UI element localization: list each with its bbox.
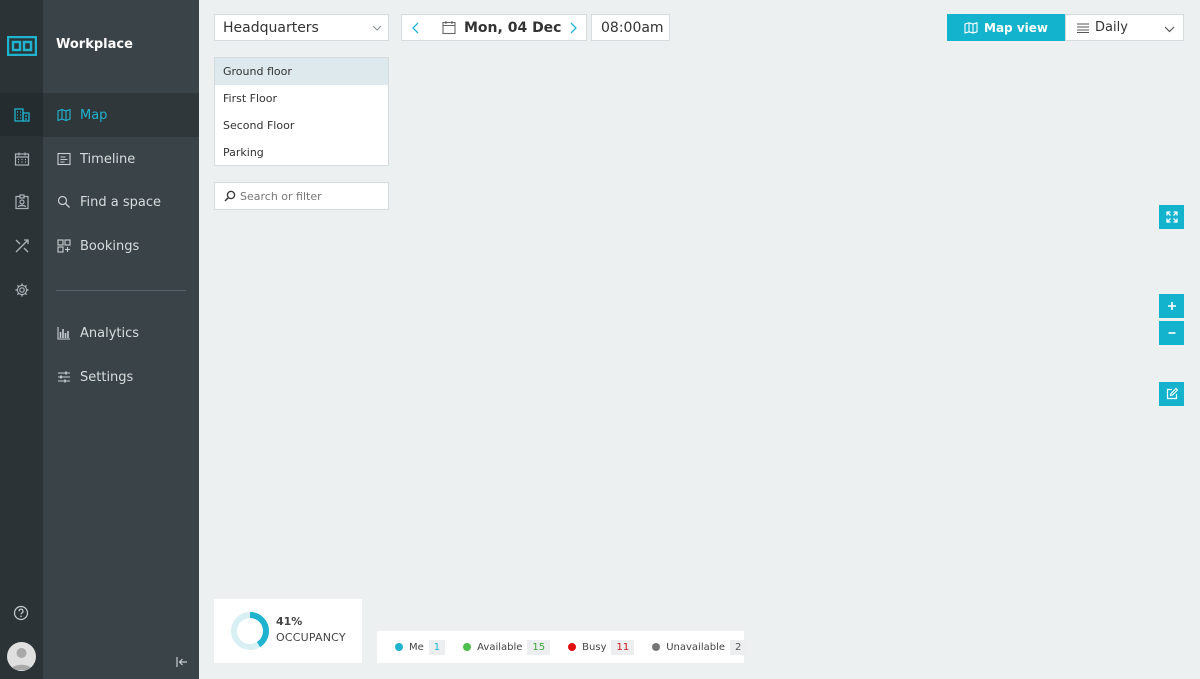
minus-icon bbox=[1168, 332, 1175, 334]
rail-building-button[interactable] bbox=[0, 93, 43, 136]
nav-item-label: Find a space bbox=[80, 194, 162, 210]
nav-item-label: Bookings bbox=[80, 238, 140, 254]
map-icon bbox=[57, 108, 71, 122]
avatar[interactable] bbox=[7, 642, 36, 671]
rail-tools-button[interactable] bbox=[0, 224, 43, 267]
nav-item-settings[interactable]: Settings bbox=[43, 355, 199, 399]
legend-count: 1 bbox=[428, 639, 446, 655]
map-icon bbox=[964, 21, 978, 34]
chevron-down-icon bbox=[1164, 26, 1175, 33]
date-value[interactable]: Mon, 04 Dec bbox=[464, 20, 561, 36]
nav-item-label: Timeline bbox=[80, 151, 136, 167]
user-icon bbox=[11, 648, 32, 670]
floor-item-parking[interactable]: Parking bbox=[215, 139, 388, 166]
edit-button[interactable] bbox=[1159, 382, 1184, 406]
rail-settings-button[interactable] bbox=[0, 268, 43, 311]
location-value: Headquarters bbox=[223, 20, 319, 36]
fullscreen-button[interactable] bbox=[1159, 205, 1184, 229]
search-box bbox=[214, 182, 389, 210]
legend-label: Me bbox=[409, 641, 424, 653]
list-icon bbox=[1077, 23, 1089, 33]
calendar-icon bbox=[14, 152, 29, 166]
nav-item-label: Map bbox=[80, 107, 108, 123]
chevron-left-icon[interactable] bbox=[410, 21, 422, 35]
legend-label: Available bbox=[477, 641, 523, 653]
search-icon bbox=[57, 195, 71, 209]
floor-item-ground-floor[interactable]: Ground floor bbox=[215, 58, 388, 85]
nav-item-label: Settings bbox=[80, 369, 134, 385]
tools-icon bbox=[15, 238, 29, 252]
analytics-icon bbox=[57, 326, 71, 340]
time-select[interactable]: 08:00am bbox=[591, 14, 670, 41]
nav-item-label: Analytics bbox=[80, 325, 140, 341]
edit-icon bbox=[1166, 388, 1178, 400]
gear-icon bbox=[15, 283, 28, 296]
status-legend: Me 1 Available 15 Busy 11 Unavailable 2 bbox=[377, 631, 747, 663]
date-picker: Mon, 04 Dec bbox=[401, 14, 587, 41]
sidebar: Workplace Map Timeline Find a space Book… bbox=[43, 0, 199, 679]
chevron-right-icon[interactable] bbox=[567, 21, 579, 35]
rail-badge-button[interactable] bbox=[0, 180, 43, 223]
nav-divider bbox=[56, 290, 186, 291]
status-dot bbox=[463, 643, 472, 651]
status-dot bbox=[652, 643, 661, 651]
expand-icon bbox=[1165, 211, 1178, 223]
rail-calendar-button[interactable] bbox=[0, 137, 43, 180]
period-select[interactable]: Daily bbox=[1065, 14, 1184, 41]
icon-rail bbox=[0, 0, 43, 679]
date-text: Mon, 04 Dec bbox=[464, 20, 562, 36]
zoom-in-button[interactable] bbox=[1159, 294, 1184, 318]
chevron-down-icon bbox=[372, 25, 382, 31]
timeline-icon bbox=[57, 152, 71, 166]
time-value: 08:00am bbox=[601, 20, 664, 36]
floor-list: Ground floor First Floor Second Floor Pa… bbox=[214, 57, 389, 166]
legend-label: Unavailable bbox=[666, 641, 726, 653]
nav-item-bookings[interactable]: Bookings bbox=[43, 224, 199, 268]
floor-item-second-floor[interactable]: Second Floor bbox=[215, 112, 388, 139]
building-icon bbox=[13, 107, 30, 122]
map-view-label: Map view bbox=[984, 20, 1048, 35]
occupancy-label: OCCUPANCY bbox=[276, 631, 346, 644]
map-view-button[interactable]: Map view bbox=[947, 14, 1065, 41]
plus-icon bbox=[1167, 302, 1176, 310]
location-select[interactable]: Headquarters bbox=[214, 14, 389, 41]
zoom-out-button[interactable] bbox=[1159, 321, 1184, 345]
status-dot bbox=[395, 643, 403, 651]
search-input[interactable] bbox=[240, 188, 380, 204]
legend-count: 15 bbox=[527, 639, 551, 655]
legend-item-me: Me 1 bbox=[395, 639, 446, 655]
legend-count: 11 bbox=[611, 639, 635, 655]
legend-item-busy: Busy 11 bbox=[568, 639, 635, 655]
collapse-icon[interactable] bbox=[175, 655, 189, 669]
floor-item-first-floor[interactable]: First Floor bbox=[215, 85, 388, 112]
occupancy-widget: 41% OCCUPANCY bbox=[214, 599, 362, 663]
nav-item-timeline[interactable]: Timeline bbox=[43, 137, 199, 181]
settings-sliders-icon bbox=[57, 370, 71, 384]
legend-item-unavailable: Unavailable 2 bbox=[652, 639, 747, 655]
bookings-icon bbox=[57, 239, 71, 253]
occupancy-percent: 41% bbox=[276, 615, 303, 628]
legend-count: 2 bbox=[730, 639, 747, 655]
legend-label: Busy bbox=[582, 641, 607, 653]
logo-icon bbox=[7, 36, 37, 56]
status-dot bbox=[568, 643, 577, 651]
period-value: Daily bbox=[1095, 20, 1128, 35]
help-icon[interactable] bbox=[13, 605, 29, 621]
nav-item-map[interactable]: Map bbox=[43, 93, 199, 137]
badge-icon bbox=[14, 193, 29, 209]
app-title: Workplace bbox=[56, 37, 133, 52]
nav-item-analytics[interactable]: Analytics bbox=[43, 311, 199, 355]
nav-item-find-a-space[interactable]: Find a space bbox=[43, 180, 199, 224]
legend-item-available: Available 15 bbox=[463, 639, 551, 655]
occupancy-donut bbox=[231, 612, 269, 650]
calendar-icon[interactable] bbox=[442, 20, 456, 35]
search-icon bbox=[224, 190, 236, 202]
